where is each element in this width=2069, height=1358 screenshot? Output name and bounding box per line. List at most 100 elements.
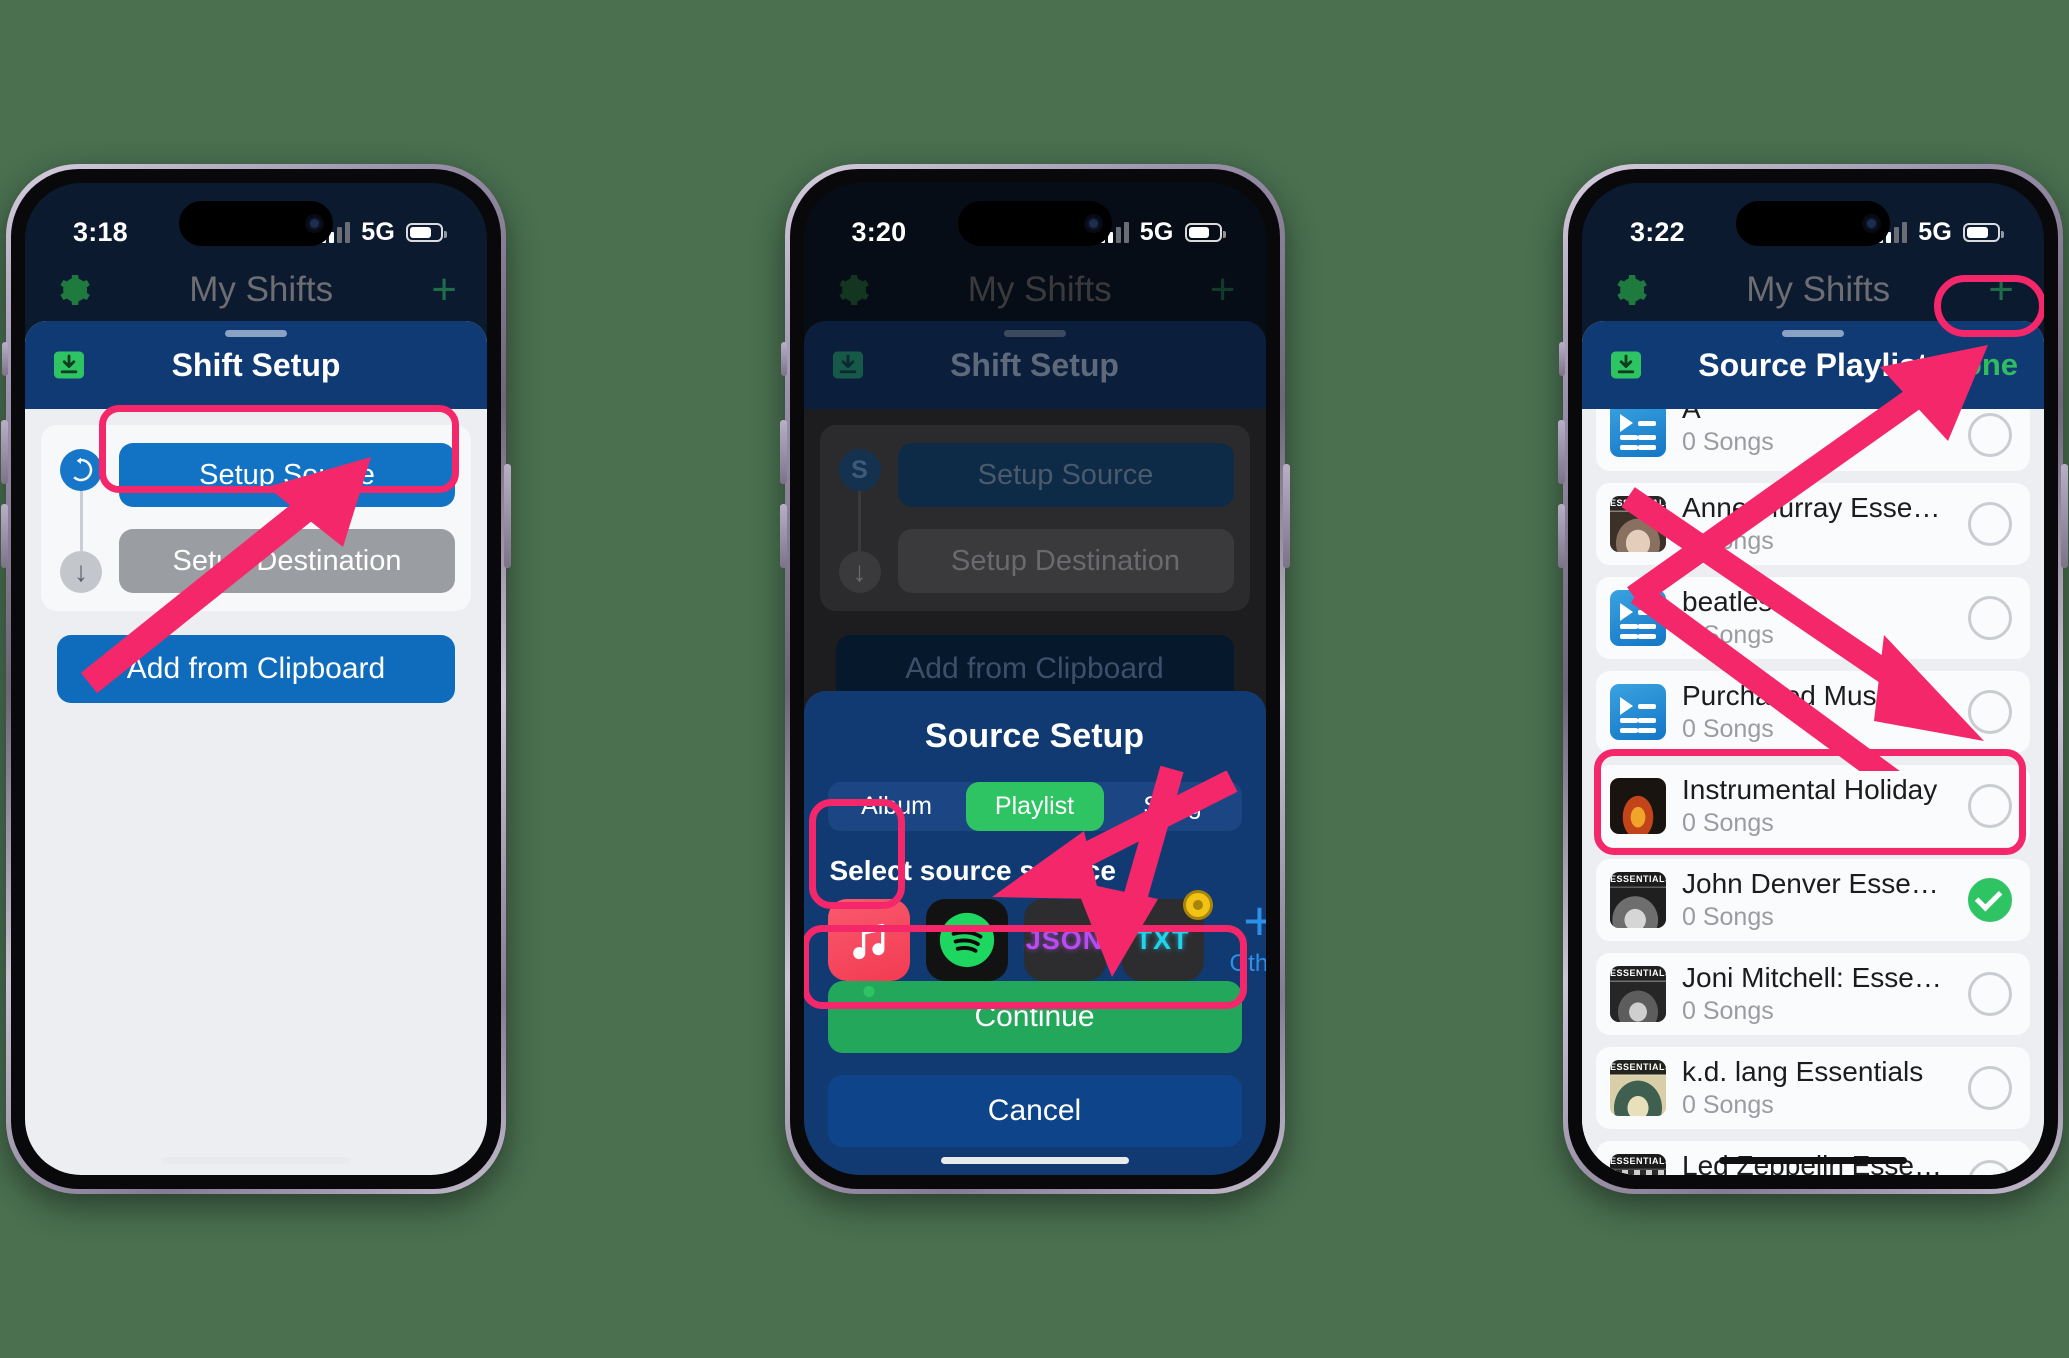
apple-music-icon[interactable] bbox=[827, 899, 910, 997]
playlist-art-icon: ESSENTIALS bbox=[1610, 872, 1666, 928]
select-radio[interactable] bbox=[1968, 1160, 2012, 1175]
playlist-list[interactable]: A 0 Songs ESSENTIALS bbox=[1582, 409, 2044, 1175]
list-item[interactable]: ESSENTIALS k.d. lang Essentials 0 Songs bbox=[1596, 1047, 2030, 1129]
list-item[interactable]: ESSENTIALS Joni Mitchell: Essentials 0 S… bbox=[1596, 953, 2030, 1035]
volume-up-button[interactable] bbox=[1558, 420, 1565, 484]
volume-down-button[interactable] bbox=[779, 504, 787, 568]
page-title: My Shifts bbox=[967, 270, 1112, 309]
type-segmented-control[interactable]: Album Playlist Song bbox=[827, 782, 1242, 831]
list-item[interactable]: ESSENTIALS John Denver Essentials 0 Song… bbox=[1596, 859, 2030, 941]
playlist-art-icon: ESSENTIALS bbox=[1610, 496, 1666, 552]
sheet-title: Shift Setup bbox=[171, 346, 341, 383]
playlist-name: John Denver Essentials bbox=[1682, 868, 1952, 899]
power-button[interactable] bbox=[2061, 464, 2068, 568]
setup-buttons: Setup Source Setup Destination bbox=[119, 443, 455, 593]
sheet-grabber[interactable] bbox=[225, 330, 287, 337]
art-band-label: ESSENTIALS bbox=[1610, 1156, 1666, 1166]
art-photo bbox=[1610, 982, 1666, 1022]
select-radio-checked[interactable] bbox=[1968, 878, 2012, 922]
power-button[interactable] bbox=[504, 464, 511, 568]
home-indicator-2[interactable] bbox=[940, 1157, 1129, 1164]
volume-up-button[interactable] bbox=[779, 420, 787, 484]
list-item[interactable]: A 0 Songs bbox=[1596, 409, 2030, 471]
plus-icon[interactable]: + bbox=[431, 268, 457, 312]
playlist-art-icon bbox=[1610, 409, 1666, 457]
import-icon[interactable] bbox=[1608, 347, 1644, 383]
page-title: My Shifts bbox=[1746, 270, 1891, 309]
list-item[interactable]: beatles 0 Songs bbox=[1596, 577, 2030, 659]
select-radio[interactable] bbox=[1968, 596, 2012, 640]
phone-screen-3: My Shifts + Source Playlist Done 0 Songs… bbox=[1582, 183, 2044, 1175]
volume-up-button[interactable] bbox=[1, 420, 8, 484]
import-icon bbox=[832, 351, 863, 379]
segment-album[interactable]: Album bbox=[828, 782, 966, 831]
volume-down-button[interactable] bbox=[1, 504, 8, 568]
dialog-title: Source Setup bbox=[924, 717, 1145, 755]
import-icon[interactable] bbox=[51, 347, 87, 383]
segment-song[interactable]: Song bbox=[1104, 782, 1242, 831]
plus-icon: + bbox=[1209, 265, 1236, 314]
mute-switch[interactable] bbox=[2, 342, 8, 376]
select-radio[interactable] bbox=[1968, 502, 2012, 546]
sheet-grabber[interactable] bbox=[1782, 330, 1844, 337]
txt-label: TXT bbox=[1135, 924, 1190, 955]
setup-destination-button[interactable]: Setup Destination bbox=[119, 529, 455, 593]
done-button[interactable]: Done bbox=[1941, 347, 2019, 383]
select-radio[interactable] bbox=[1968, 690, 2012, 734]
flow-rail: S ↓ bbox=[57, 443, 105, 593]
art-band-label: ESSENTIALS bbox=[1610, 1062, 1666, 1072]
list-item-meta: A 0 Songs bbox=[1682, 409, 1952, 457]
shift-source-icon: S bbox=[60, 449, 102, 491]
art-photo bbox=[1610, 888, 1666, 928]
home-indicator-1[interactable] bbox=[162, 1157, 350, 1164]
list-item-meta: Instrumental Holiday 0 Songs bbox=[1682, 774, 1952, 838]
my-shifts-navbar-2: My Shifts + bbox=[804, 259, 1266, 321]
list-item[interactable]: Purchased Music 0 Songs bbox=[1596, 671, 2030, 753]
art-band-label: ESSENTIALS bbox=[1610, 968, 1666, 978]
mute-switch[interactable] bbox=[1559, 342, 1565, 376]
playlist-song-count: 0 Songs bbox=[1682, 1091, 1774, 1119]
volume-down-button[interactable] bbox=[1558, 504, 1565, 568]
setup-destination-button: Setup Destination bbox=[897, 529, 1234, 593]
txt-file-icon[interactable]: TXT bbox=[1121, 890, 1213, 981]
cancel-button[interactable]: Cancel bbox=[827, 1075, 1242, 1147]
gear-icon[interactable] bbox=[1612, 272, 1648, 308]
power-button[interactable] bbox=[1282, 464, 1290, 568]
other-service-button[interactable]: + Other bbox=[1230, 889, 1266, 978]
playlist-song-count: 0 Songs bbox=[1682, 903, 1774, 931]
plus-icon[interactable]: + bbox=[1988, 268, 2014, 312]
spotify-icon[interactable] bbox=[925, 899, 1008, 981]
select-radio[interactable] bbox=[1968, 1066, 2012, 1110]
playlist-song-count: 0 Songs bbox=[1682, 621, 1774, 649]
json-file-icon[interactable]: JSON bbox=[1023, 890, 1115, 981]
playlist-art-icon: ESSENTIALS bbox=[1610, 966, 1666, 1022]
list-item-meta: beatles 0 Songs bbox=[1682, 586, 1952, 650]
shift-source-icon: S bbox=[838, 449, 881, 491]
add-from-clipboard-button[interactable]: Add from Clipboard bbox=[57, 635, 455, 703]
mute-switch[interactable] bbox=[780, 342, 787, 376]
status-indicators: 5G bbox=[321, 218, 447, 247]
service-icons-row: JSON TXT + Other bbox=[827, 890, 1266, 997]
playlist-name: k.d. lang Essentials bbox=[1682, 1056, 1924, 1087]
shift-setup-body-dimmed: S ↓ Setup Source Setup Destination Add f… bbox=[804, 409, 1266, 703]
playlist-art-icon: ESSENTIALS bbox=[1610, 1060, 1666, 1116]
continue-button[interactable]: Continue bbox=[827, 981, 1242, 1053]
playlist-name: Joni Mitchell: Essentials bbox=[1682, 962, 1952, 993]
segment-playlist[interactable]: Playlist bbox=[965, 782, 1104, 831]
playlist-song-count: 0 Songs bbox=[1682, 527, 1774, 555]
playlist-song-count: 0 Songs bbox=[1682, 428, 1774, 456]
list-item[interactable]: ESSENTIALS Anne Murray Essentials 0 Song… bbox=[1596, 483, 2030, 565]
status-time: 3:20 bbox=[851, 216, 907, 247]
home-indicator-3[interactable] bbox=[1719, 1157, 1907, 1164]
select-radio[interactable] bbox=[1968, 413, 2012, 457]
gear-icon[interactable] bbox=[55, 272, 91, 308]
list-item[interactable]: Instrumental Holiday 0 Songs bbox=[1596, 765, 2030, 847]
status-time: 3:22 bbox=[1630, 216, 1685, 247]
plus-icon: + bbox=[1243, 889, 1266, 952]
select-radio[interactable] bbox=[1968, 972, 2012, 1016]
setup-source-button[interactable]: Setup Source bbox=[119, 443, 455, 507]
select-radio[interactable] bbox=[1968, 784, 2012, 828]
list-item-meta: Purchased Music 0 Songs bbox=[1682, 680, 1952, 744]
gear-icon bbox=[838, 275, 869, 305]
rail-connector bbox=[858, 491, 861, 551]
